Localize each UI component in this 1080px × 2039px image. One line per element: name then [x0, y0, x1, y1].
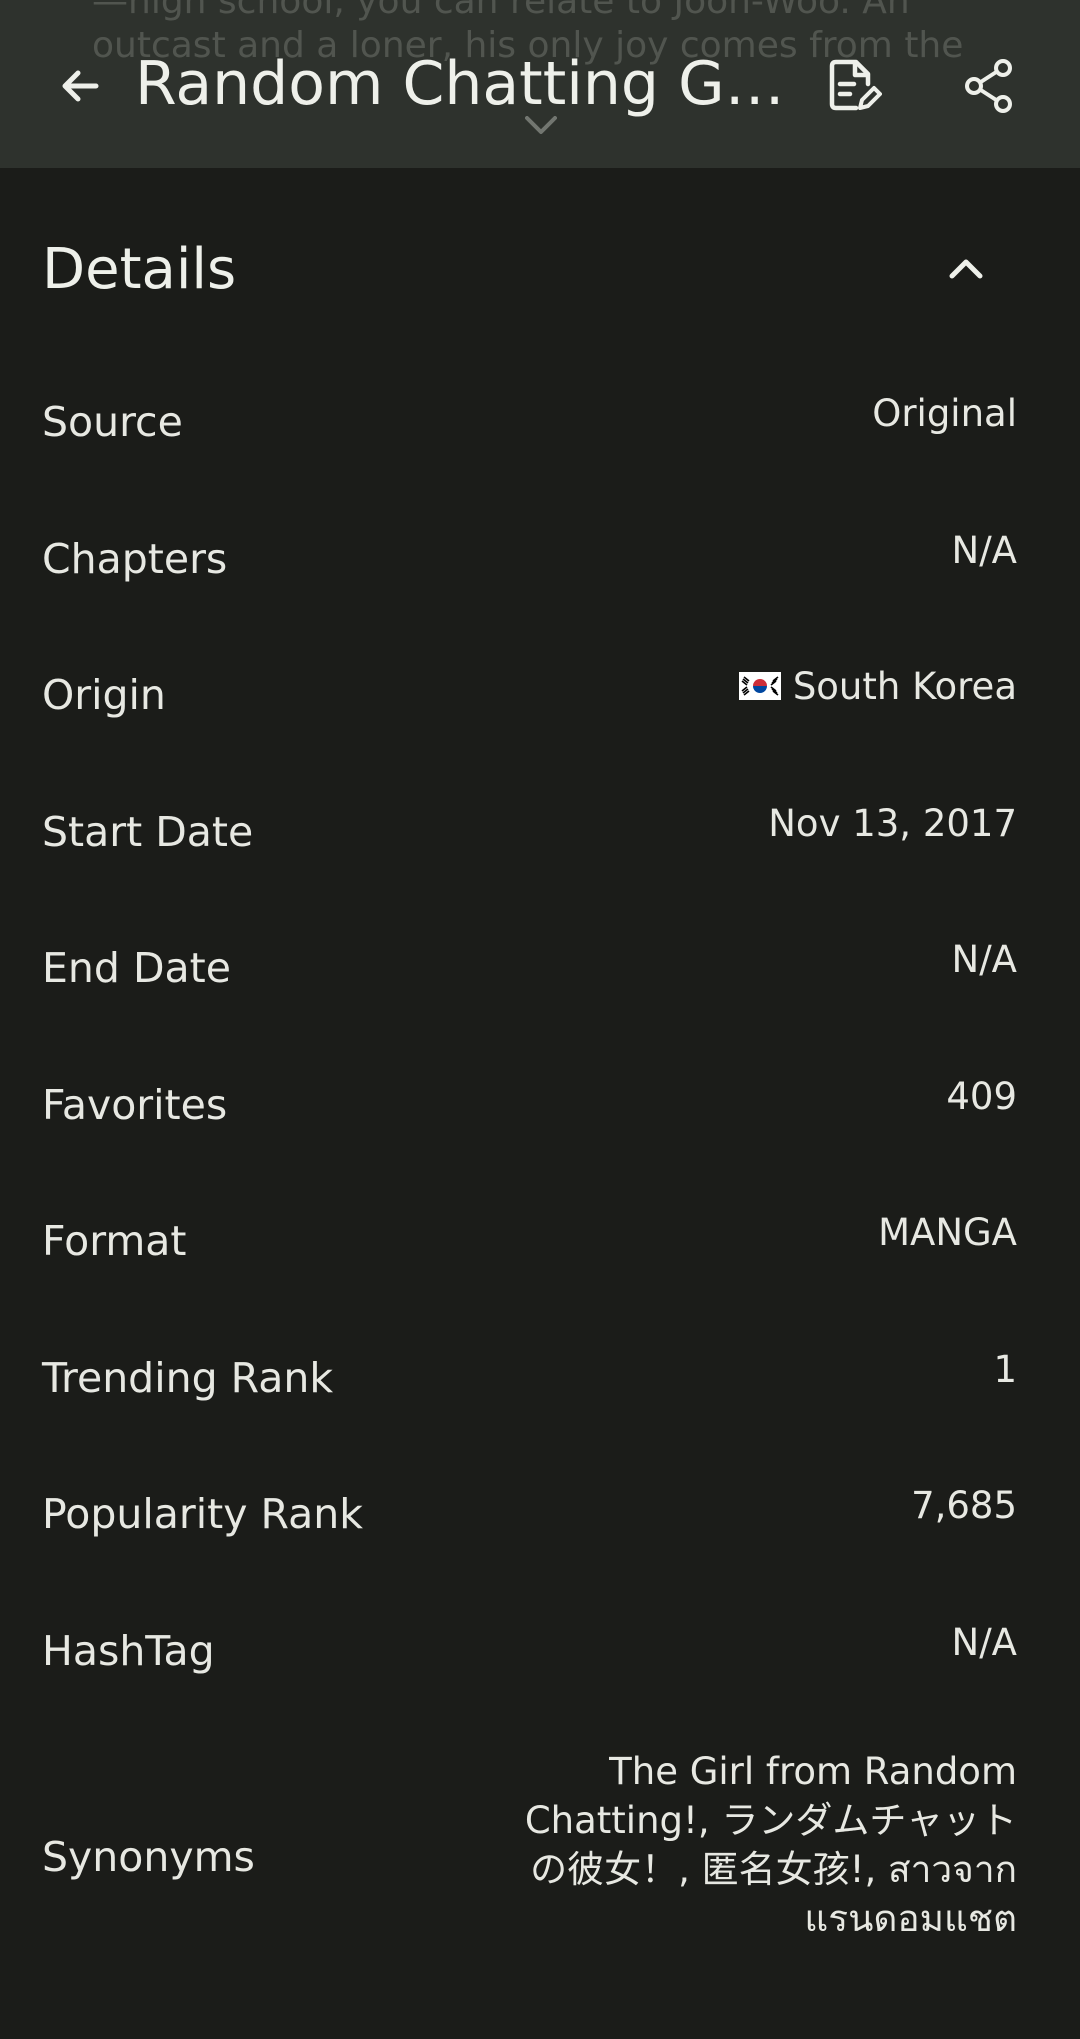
detail-value: N/A — [951, 938, 1017, 981]
detail-label: Favorites — [42, 1080, 228, 1129]
detail-value: MANGA — [878, 1211, 1017, 1254]
detail-value: South Korea — [792, 665, 1017, 708]
detail-value: N/A — [951, 528, 1017, 572]
details-list: Source Original Chapters N/A Origin Sout… — [0, 362, 1080, 1987]
detail-value: 409 — [946, 1074, 1017, 1118]
detail-row-favorites: Favorites 409 — [0, 1045, 1080, 1182]
details-section-header[interactable]: Details — [0, 210, 1080, 330]
detail-row-end-date: End Date N/A — [0, 908, 1080, 1045]
back-button[interactable] — [44, 50, 116, 122]
background-description-line: —high school, you can relate to Joon-Woo… — [92, 0, 910, 22]
detail-value: Nov 13, 2017 — [768, 801, 1017, 845]
detail-row-chapters: Chapters N/A — [0, 499, 1080, 636]
detail-label: End Date — [42, 944, 231, 992]
detail-row-format: Format MANGA — [0, 1181, 1080, 1318]
detail-label: HashTag — [42, 1626, 215, 1675]
collapse-details-button[interactable] — [930, 232, 1002, 304]
detail-label: Trending Rank — [42, 1353, 334, 1402]
details-title: Details — [42, 237, 237, 302]
detail-value: 1 — [993, 1347, 1017, 1391]
share-button[interactable] — [953, 50, 1025, 122]
edit-note-icon — [829, 59, 882, 111]
detail-value: N/A — [951, 1620, 1017, 1664]
detail-row-origin: Origin South Korea — [0, 635, 1080, 772]
arrow-back-icon — [62, 70, 99, 102]
detail-label: Source — [42, 398, 183, 446]
detail-row-popularity-rank: Popularity Rank 7,685 — [0, 1454, 1080, 1591]
south-korea-flag-icon — [738, 671, 781, 700]
page-title: Random Chatting Geu... — [135, 49, 800, 119]
detail-row-synonyms: Synonyms The Girl from Random Chatting!,… — [0, 1747, 1080, 1987]
detail-value: 7,685 — [911, 1484, 1017, 1527]
detail-row-trending-rank: Trending Rank 1 — [0, 1318, 1080, 1455]
detail-label: Origin — [42, 671, 166, 719]
detail-label: Start Date — [42, 807, 254, 856]
detail-row-start-date: Start Date Nov 13, 2017 — [0, 772, 1080, 909]
detail-row-source: Source Original — [0, 362, 1080, 499]
edit-button[interactable] — [818, 50, 890, 122]
detail-value: The Girl from Random Chatting!, ランダムチャット… — [524, 1750, 1017, 1940]
top-app-bar: —high school, you can relate to Joon-Woo… — [0, 0, 1080, 168]
detail-value: Original — [872, 392, 1017, 435]
detail-value-origin: South Korea — [738, 659, 1017, 715]
detail-row-hashtag: HashTag N/A — [0, 1591, 1080, 1728]
chevron-up-icon — [949, 259, 983, 279]
detail-label: Synonyms — [42, 1833, 255, 1881]
detail-label: Chapters — [42, 534, 228, 583]
detail-label: Popularity Rank — [42, 1490, 363, 1538]
detail-label: Format — [42, 1217, 187, 1265]
share-icon — [965, 59, 1012, 113]
